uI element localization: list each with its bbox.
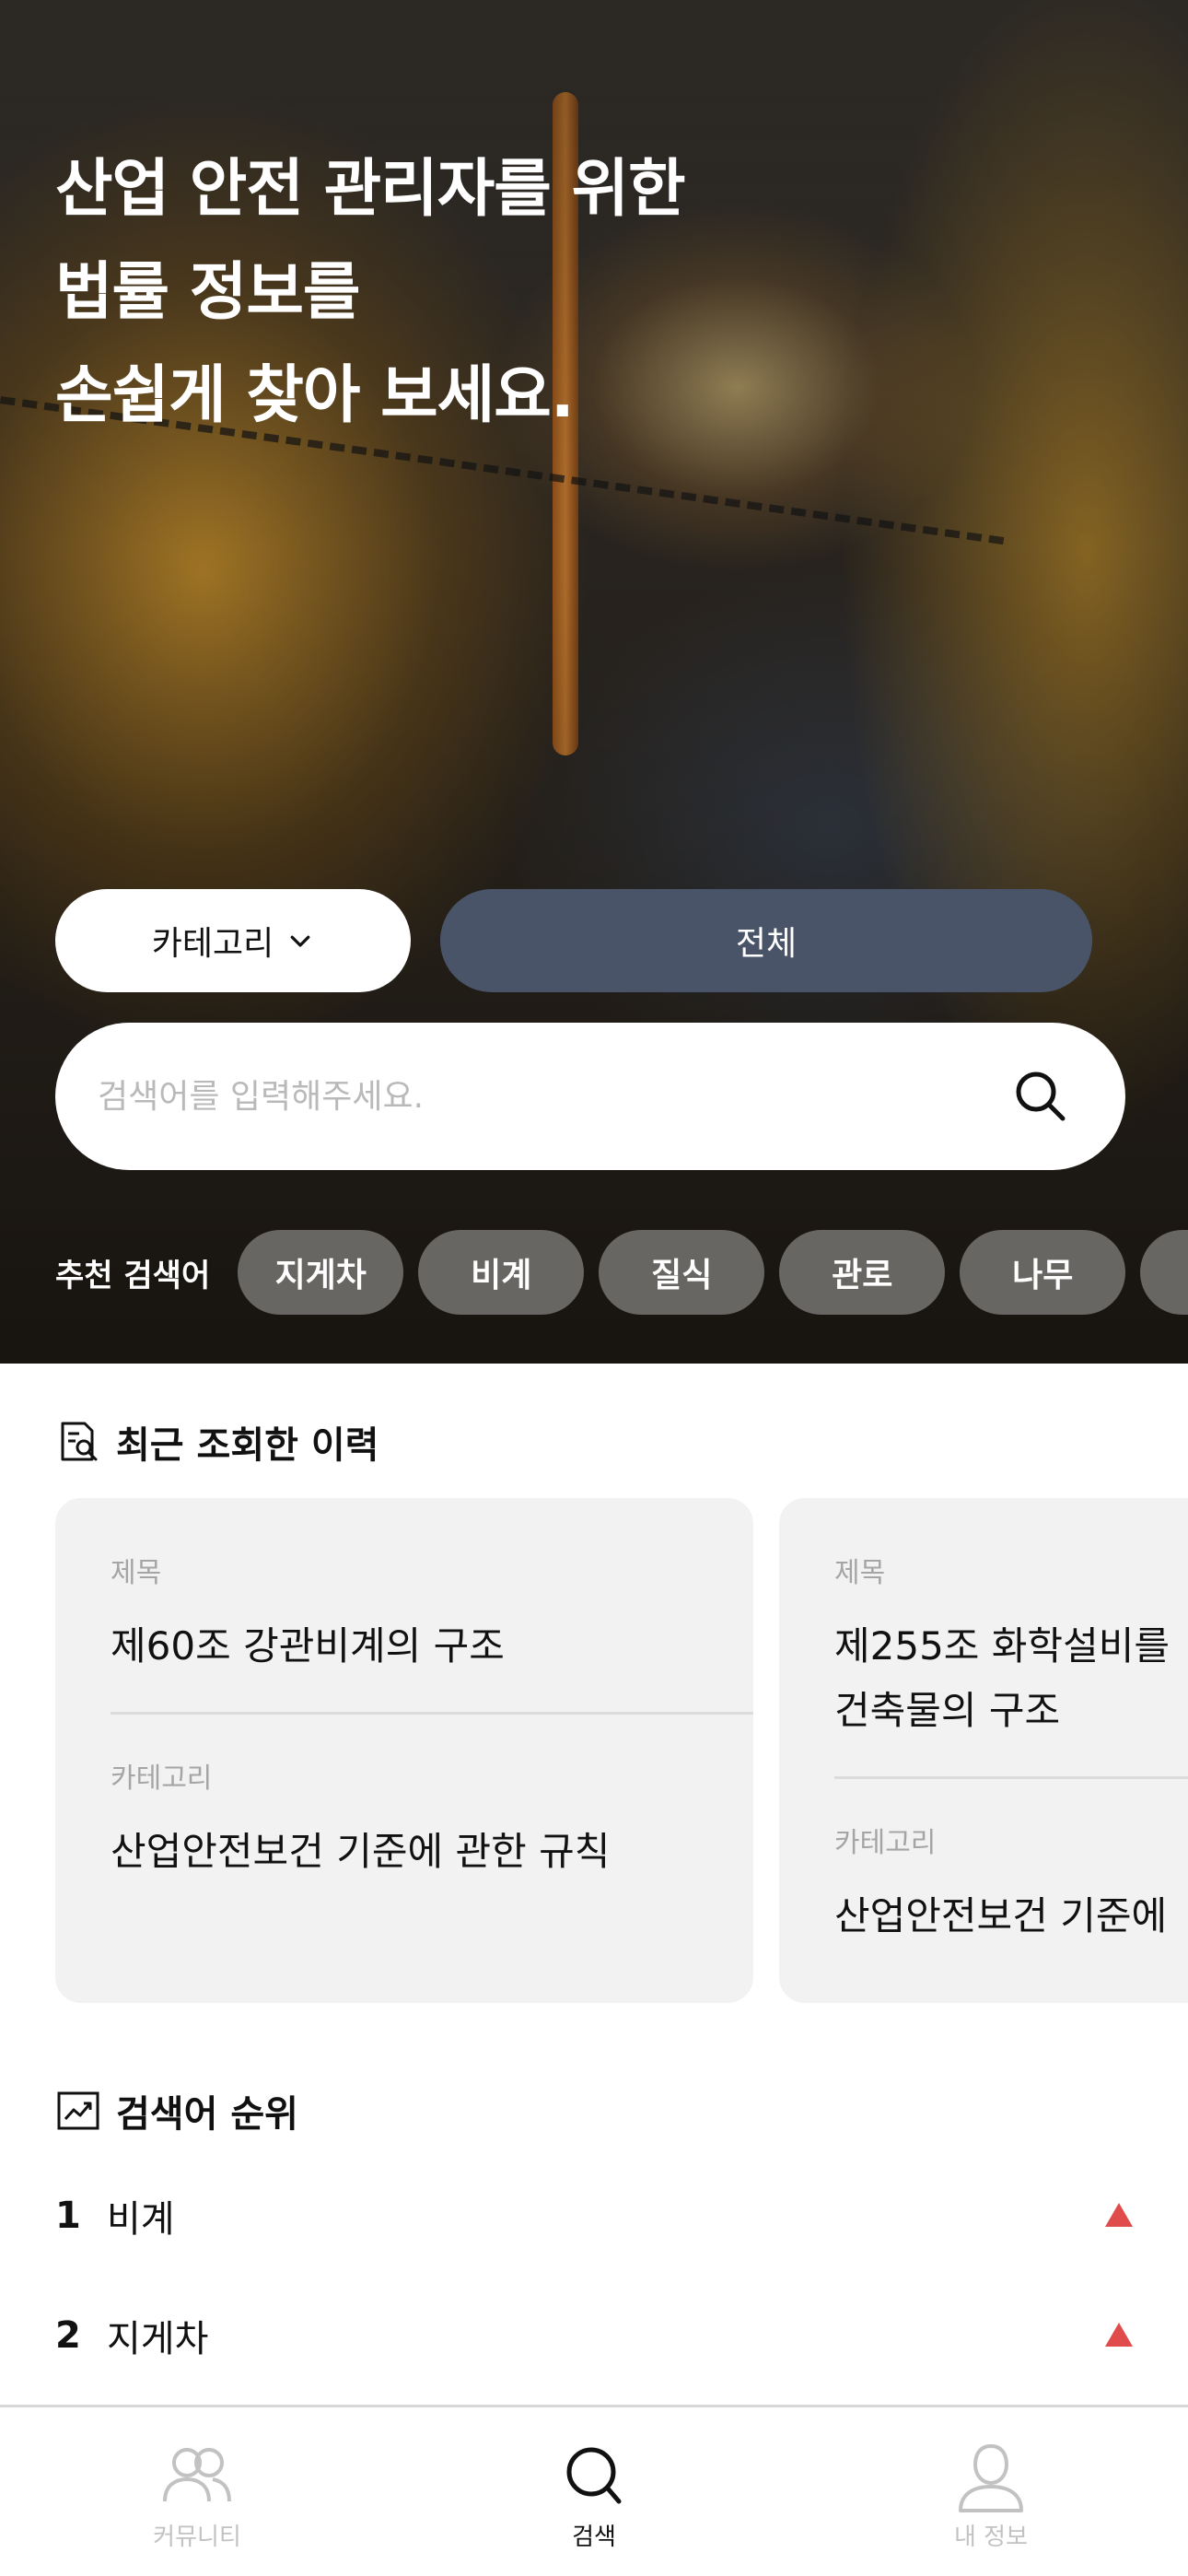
category-selected-button[interactable]: 전체: [440, 889, 1092, 992]
keyword-chip[interactable]: 비계: [418, 1230, 585, 1315]
category-dropdown-label: 카테고리: [151, 925, 274, 963]
search-input[interactable]: [98, 1077, 1011, 1116]
tab-my-info[interactable]: 내 정보: [890, 2441, 1092, 2552]
keyword-chip[interactable]: 질식: [599, 1230, 765, 1315]
keyword-chip[interactable]: 화: [1140, 1230, 1188, 1315]
recent-history-title: 최근 조회한 이력: [116, 1424, 379, 1467]
trend-up-icon: [1105, 2323, 1133, 2347]
recent-history-card[interactable]: 제목 제60조 강관비계의 구조 카테고리 산업안전보건 기준에 관한 규칙: [55, 1498, 753, 2003]
recent-history-header: 최근 조회한 이력: [55, 1415, 379, 1469]
trending-chart-icon: [57, 2091, 99, 2130]
category-dropdown-button[interactable]: 카테고리: [55, 889, 411, 992]
keyword-chip[interactable]: 지게차: [238, 1230, 404, 1315]
card-divider: [111, 1712, 753, 1715]
card-category-label: 카테고리: [834, 1827, 937, 1859]
ranking-item[interactable]: 2 지게차: [55, 2276, 1133, 2395]
ranking-term: 비계: [107, 2198, 175, 2241]
search-ranking-list: 1 비계 2 지게차: [55, 2156, 1133, 2395]
recent-history-card[interactable]: 제목 제255조 화학설비를 건축물의 구조 카테고리 산업안전보건 기준에: [779, 1498, 1188, 2003]
chevron-down-icon: [290, 935, 310, 947]
hero-title-line: 법률 정보를: [55, 256, 360, 329]
recommended-label: 추천 검색어: [55, 1257, 211, 1294]
card-title-line: 제255조 화학설비를: [834, 1623, 1170, 1669]
hero-title-line: 산업 안전 관리자를 위한: [55, 153, 686, 226]
keyword-chip[interactable]: 관로: [779, 1230, 946, 1315]
search-ranking-header: 검색어 순위: [55, 2084, 298, 2137]
recommended-keywords: 추천 검색어 지게차 비계 질식 관로 나무 화: [55, 1230, 1188, 1315]
ranking-number: 2: [55, 2314, 81, 2357]
profile-icon: [959, 2443, 1023, 2512]
card-category: 산업안전보건 기준에: [834, 1893, 1168, 1938]
card-title-line: 제60조 강관비계의 구조: [111, 1623, 505, 1669]
card-title: 제255조 화학설비를 건축물의 구조: [834, 1614, 1188, 1743]
trend-up-icon: [1105, 2203, 1133, 2227]
card-title: 제60조 강관비계의 구조: [111, 1614, 753, 1679]
card-title-label: 제목: [834, 1557, 886, 1589]
tab-community[interactable]: 커뮤니티: [96, 2441, 298, 2552]
card-title-line: 건축물의 구조: [834, 1688, 1061, 1733]
search-icon: [566, 2447, 622, 2504]
card-category-label: 카테고리: [111, 1762, 213, 1795]
search-ranking-title: 검색어 순위: [116, 2093, 298, 2136]
hero-banner: 산업 안전 관리자를 위한 법률 정보를 손쉽게 찾아 보세요. 카테고리 전체…: [0, 0, 1188, 1364]
tab-label: 내 정보: [953, 2523, 1029, 2551]
search-bar[interactable]: [55, 1023, 1125, 1170]
recent-history-carousel[interactable]: 제목 제60조 강관비계의 구조 카테고리 산업안전보건 기준에 관한 규칙 제…: [55, 1498, 1188, 2005]
tab-search[interactable]: 검색: [493, 2441, 695, 2552]
hero-title-line: 손쉽게 찾아 보세요.: [55, 359, 575, 432]
search-icon[interactable]: [1011, 1067, 1070, 1126]
card-divider: [834, 1776, 1188, 1779]
ranking-number: 1: [55, 2195, 81, 2237]
tab-label: 검색: [572, 2523, 616, 2551]
hero-title: 산업 안전 관리자를 위한 법률 정보를 손쉽게 찾아 보세요.: [55, 138, 976, 448]
ranking-item[interactable]: 1 비계: [55, 2156, 1133, 2276]
history-document-icon: [61, 1422, 98, 1461]
ranking-term: 지게차: [107, 2318, 209, 2360]
keyword-chip[interactable]: 나무: [960, 1230, 1126, 1315]
bottom-tab-bar: 커뮤니티 검색 내 정보: [0, 2405, 1188, 2576]
category-selected-label: 전체: [735, 925, 798, 963]
card-title-label: 제목: [111, 1557, 162, 1589]
tab-label: 커뮤니티: [153, 2523, 241, 2551]
community-icon: [163, 2448, 231, 2502]
card-category: 산업안전보건 기준에 관한 규칙: [111, 1829, 611, 1874]
